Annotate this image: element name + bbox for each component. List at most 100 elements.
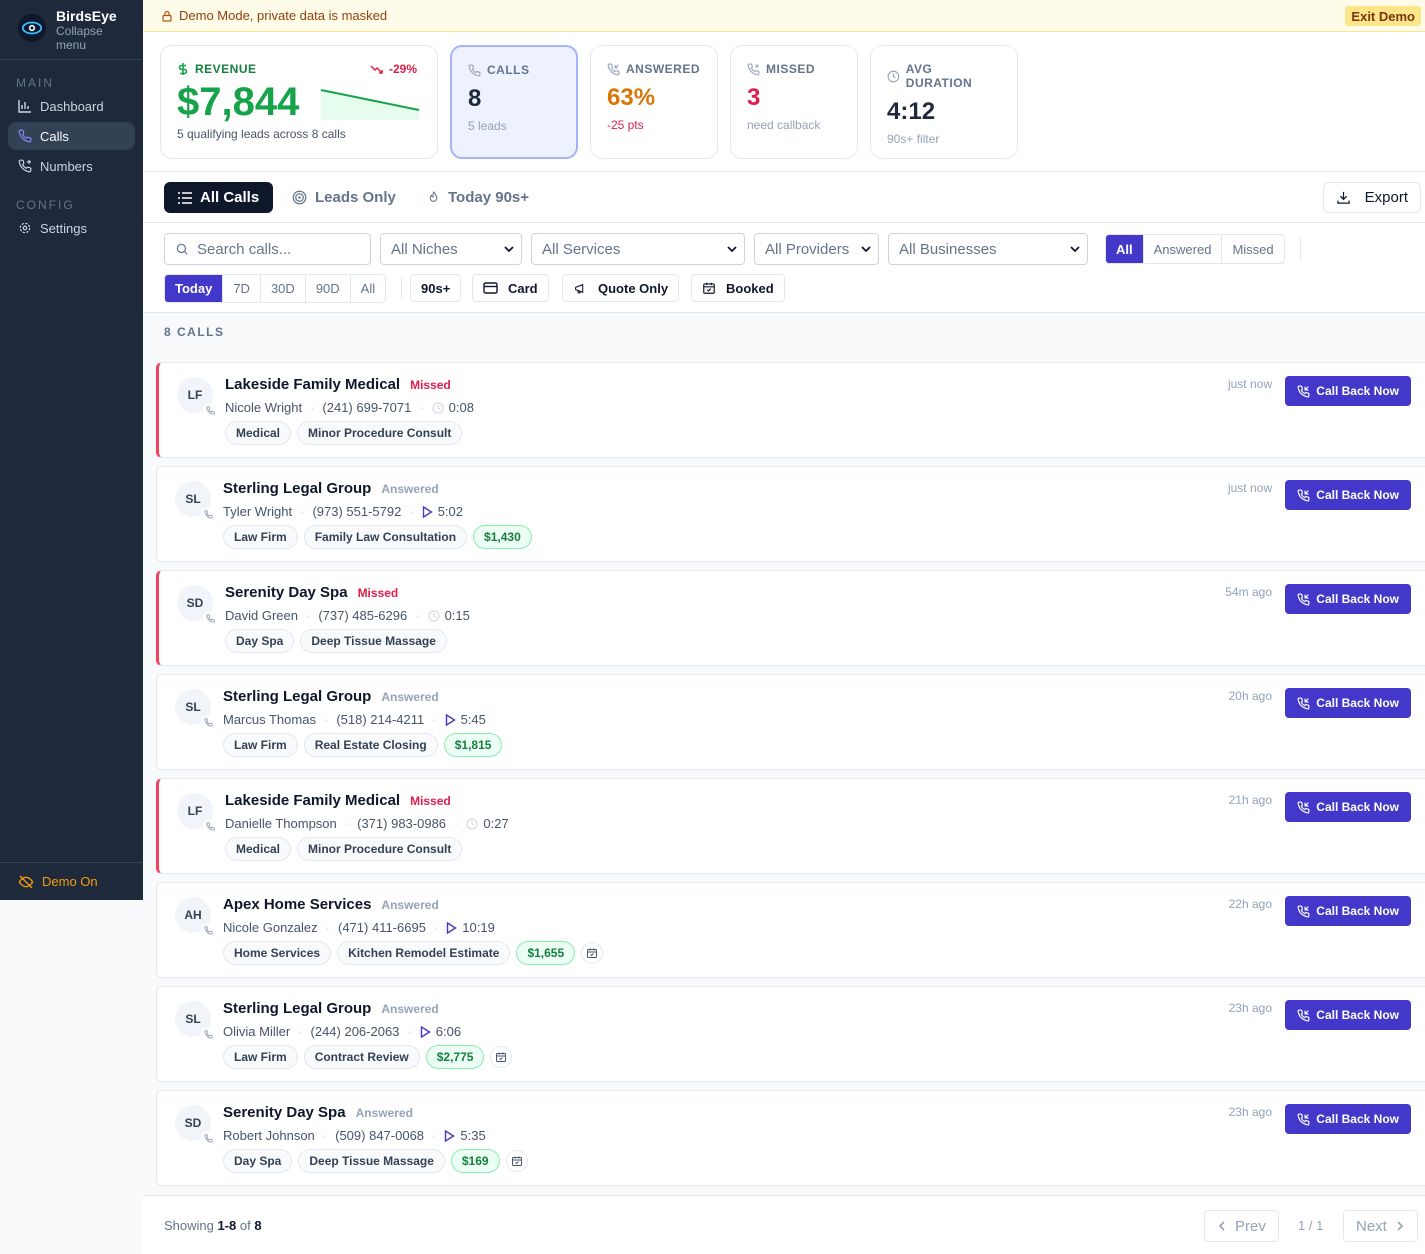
status-filter: All Answered Missed: [1105, 234, 1285, 264]
tab-leads-only[interactable]: Leads Only: [278, 182, 410, 213]
prev-button[interactable]: Prev: [1204, 1210, 1279, 1242]
avatar-initials: SL: [185, 700, 201, 714]
answered-card[interactable]: ANSWERED 63% -25 pts: [590, 45, 718, 159]
range-30d[interactable]: 30D: [261, 275, 306, 302]
separator: ·: [407, 1024, 412, 1039]
business-name[interactable]: Lakeside Family Medical: [225, 792, 400, 809]
lead-value-badge: $1,655: [516, 941, 576, 965]
status-all[interactable]: All: [1106, 235, 1144, 263]
call-back-label: Call Back Now: [1316, 384, 1399, 398]
business-name[interactable]: Serenity Day Spa: [225, 584, 348, 601]
missed-card[interactable]: MISSED 3 need callback: [730, 45, 858, 159]
business-name[interactable]: Lakeside Family Medical: [225, 376, 400, 393]
credit-card-icon: [483, 282, 498, 294]
next-button[interactable]: Next: [1343, 1210, 1418, 1242]
call-row[interactable]: SL Sterling Legal Group Answered Olivia …: [156, 986, 1425, 1082]
quote-only-toggle[interactable]: Quote Only: [562, 274, 680, 302]
calendar-check-icon: [490, 1046, 513, 1068]
phone-icon: [468, 64, 481, 76]
main-content: REVENUE -29% $7,844 5 qualifying leads a…: [143, 32, 1425, 1254]
search-icon: [176, 243, 188, 255]
separator: ·: [433, 920, 439, 935]
call-back-button[interactable]: Call Back Now: [1285, 1104, 1411, 1134]
revenue-card[interactable]: REVENUE -29% $7,844 5 qualifying leads a…: [160, 45, 438, 159]
tag-list: Law Firm Family Law Consultation $1,430: [223, 525, 538, 549]
business-name[interactable]: Apex Home Services: [223, 896, 371, 913]
call-back-button[interactable]: Call Back Now: [1285, 1000, 1411, 1030]
calls-card[interactable]: CALLS 8 5 leads: [450, 45, 578, 159]
niche-select-value: All Niches: [391, 240, 458, 258]
range-7d[interactable]: 7D: [223, 275, 261, 302]
call-row[interactable]: SD Serenity Day Spa Answered Robert John…: [156, 1090, 1425, 1186]
chip-label: Card: [508, 280, 538, 296]
provider-select[interactable]: All Providers: [754, 233, 879, 265]
min-90s-toggle[interactable]: 90s+: [410, 274, 462, 302]
status-answered[interactable]: Answered: [1144, 235, 1223, 263]
demo-toggle[interactable]: Demo On: [0, 862, 143, 900]
brand[interactable]: BirdsEye Collapse menu: [0, 0, 143, 60]
play-icon[interactable]: [446, 921, 458, 934]
call-back-button[interactable]: Call Back Now: [1285, 896, 1411, 926]
avg-duration-card[interactable]: AVG DURATION 4:12 90s+ filter: [870, 45, 1018, 159]
avatar: SL: [175, 689, 215, 729]
search-input[interactable]: Search calls...: [164, 233, 371, 265]
list-icon: [178, 191, 192, 204]
business-name[interactable]: Sterling Legal Group: [223, 480, 371, 497]
call-row[interactable]: AH Apex Home Services Answered Nicole Go…: [156, 882, 1425, 978]
phone-callback-icon: [1297, 1112, 1310, 1125]
avatar-initials: SD: [184, 1116, 202, 1130]
separator: ·: [344, 816, 350, 831]
call-row[interactable]: LF Lakeside Family Medical Missed Daniel…: [156, 778, 1425, 874]
play-icon[interactable]: [444, 1129, 456, 1142]
call-back-button[interactable]: Call Back Now: [1285, 792, 1411, 822]
export-button[interactable]: Export: [1322, 182, 1421, 213]
caller-name: Marcus Thomas: [223, 712, 316, 727]
play-icon[interactable]: [420, 1025, 431, 1038]
tab-today-90s[interactable]: Today 90s+: [413, 182, 543, 213]
card-toggle[interactable]: Card: [472, 274, 549, 302]
booked-toggle[interactable]: Booked: [691, 274, 785, 302]
call-status: Answered: [381, 1002, 439, 1016]
call-row[interactable]: SL Sterling Legal Group Answered Tyler W…: [156, 466, 1425, 562]
clock-icon: [466, 818, 478, 829]
phone-forward-icon: [18, 159, 32, 173]
separator: ·: [305, 608, 311, 623]
divider: [401, 278, 402, 300]
sidebar-item-numbers[interactable]: Numbers: [8, 152, 135, 180]
tag: Family Law Consultation: [303, 525, 468, 549]
service-select[interactable]: All Services: [531, 233, 745, 265]
call-back-label: Call Back Now: [1316, 1112, 1399, 1126]
call-row[interactable]: LF Lakeside Family Medical Missed Nicole…: [156, 362, 1425, 458]
play-icon[interactable]: [422, 505, 433, 518]
call-back-button[interactable]: Call Back Now: [1285, 480, 1411, 510]
range-all[interactable]: All: [351, 275, 385, 302]
call-back-button[interactable]: Call Back Now: [1285, 688, 1411, 718]
sidebar-item-dashboard[interactable]: Dashboard: [8, 92, 135, 120]
tag: Law Firm: [223, 733, 298, 757]
business-select[interactable]: All Businesses: [888, 233, 1088, 265]
sidebar-item-calls[interactable]: Calls: [8, 122, 135, 150]
avg-duration-sub: 90s+ filter: [887, 132, 940, 146]
business-name[interactable]: Sterling Legal Group: [223, 688, 371, 705]
sidebar-item-settings[interactable]: Settings: [8, 214, 135, 242]
answered-label: ANSWERED: [626, 62, 701, 76]
business-name[interactable]: Sterling Legal Group: [223, 1000, 371, 1017]
range-today[interactable]: Today: [165, 275, 224, 302]
collapse-menu-link[interactable]: Collapse menu: [56, 24, 116, 52]
exit-demo-button[interactable]: Exit Demo: [1345, 6, 1421, 26]
call-row[interactable]: SL Sterling Legal Group Answered Marcus …: [156, 674, 1425, 770]
play-icon[interactable]: [445, 713, 456, 726]
business-name[interactable]: Serenity Day Spa: [223, 1104, 346, 1121]
status-missed[interactable]: Missed: [1222, 235, 1283, 263]
niche-select[interactable]: All Niches: [380, 233, 522, 265]
lead-value-badge: $2,775: [425, 1045, 485, 1069]
tab-all-calls[interactable]: All Calls: [164, 182, 274, 213]
call-back-button[interactable]: Call Back Now: [1285, 584, 1411, 614]
phone-icon: [203, 819, 217, 833]
call-back-button[interactable]: Call Back Now: [1285, 376, 1411, 406]
lead-value-badge: $1,430: [473, 525, 532, 549]
call-time: 23h ago: [1228, 1001, 1272, 1015]
caller-name: Nicole Wright: [225, 400, 303, 415]
call-row[interactable]: SD Serenity Day Spa Missed David Green ·…: [156, 570, 1425, 666]
range-90d[interactable]: 90D: [306, 275, 351, 302]
